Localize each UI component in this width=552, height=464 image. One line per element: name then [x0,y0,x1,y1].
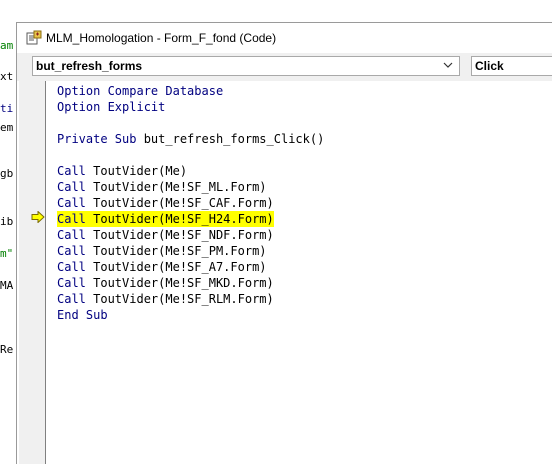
code-toolbar: but_refresh_forms Click [17,53,552,81]
object-dropdown[interactable]: but_refresh_forms [32,56,460,76]
code-text: ToutVider(Me!SF_RLM.Form) [93,292,274,306]
background-code-fragment: Re [0,343,14,356]
code-text: ToutVider(Me!SF_A7.Form) [93,260,267,274]
code-line-call[interactable]: Call ToutVider(Me!SF_A7.Form) [57,259,267,275]
code-text: ToutVider(Me!SF_CAF.Form) [93,196,274,210]
window-titlebar[interactable]: MLM_Homologation - Form_F_fond (Code) [17,23,552,53]
chevron-down-icon[interactable] [443,60,453,70]
code-text: ToutVider(Me!SF_MKD.Form) [93,276,274,290]
code-keyword: Call [57,244,94,258]
code-keyword: Call [57,260,94,274]
code-keyword: Call [57,212,94,226]
code-text: ToutVider(Me!SF_PM.Form) [93,244,267,258]
code-text: ToutVider(Me) [93,164,188,178]
code-line-call[interactable]: Call ToutVider(Me!SF_RLM.Form) [57,291,274,307]
execution-point-arrow-icon [31,211,45,223]
code-line-end-sub[interactable]: End Sub [57,307,108,323]
code-line-current-execution[interactable]: Call ToutVider(Me!SF_H24.Form) [57,211,274,227]
code-line-sub-declaration[interactable]: Private Sub but_refresh_forms_Click() [57,131,324,147]
margin-indicator-bar[interactable] [19,81,46,464]
background-code-fragment: gb [0,167,14,180]
vba-module-icon [26,30,42,45]
background-code-fragment: MA [0,279,14,292]
code-keyword: Private Sub [57,132,144,146]
code-keyword: Call [57,292,94,306]
procedure-dropdown[interactable]: Click [471,56,552,76]
code-line-call[interactable]: Call ToutVider(Me!SF_PM.Form) [57,243,267,259]
code-line-call[interactable]: Call ToutVider(Me!SF_MKD.Form) [57,275,274,291]
code-keyword: Call [57,228,94,242]
background-code-fragment: ti [0,102,14,115]
object-dropdown-value: but_refresh_forms [36,59,143,73]
code-text: but_refresh_forms_Click() [143,132,325,146]
code-keyword: Call [57,276,94,290]
background-code-fragment: m" [0,247,14,260]
code-keyword: Call [57,164,94,178]
code-line[interactable]: Option Explicit [57,99,165,115]
code-line[interactable]: Option Compare Database [57,83,223,99]
background-code-fragment: em [0,121,14,134]
procedure-dropdown-value: Click [475,59,504,73]
code-line-call[interactable]: Call ToutVider(Me!SF_ML.Form) [57,179,267,195]
background-editor-strip: am xt ti em gb ib m" MA Re [0,0,16,464]
code-keyword: Call [57,180,94,194]
code-text: ToutVider(Me!SF_ML.Form) [93,180,267,194]
code-line-call[interactable]: Call ToutVider(Me!SF_NDF.Form) [57,227,274,243]
background-code-fragment: xt [0,70,14,83]
code-line-call[interactable]: Call ToutVider(Me!SF_CAF.Form) [57,195,274,211]
window-title: MLM_Homologation - Form_F_fond (Code) [46,31,277,45]
code-keyword: Call [57,196,94,210]
code-text: ToutVider(Me!SF_H24.Form) [93,212,274,226]
code-line-call[interactable]: Call ToutVider(Me) [57,163,187,179]
background-code-fragment: ib [0,215,14,228]
code-window: MLM_Homologation - Form_F_fond (Code) bu… [16,22,552,464]
code-editor[interactable]: Option Compare Database Option Explicit … [46,81,552,464]
code-text: ToutVider(Me!SF_NDF.Form) [93,228,274,242]
background-code-fragment: am [0,39,14,52]
